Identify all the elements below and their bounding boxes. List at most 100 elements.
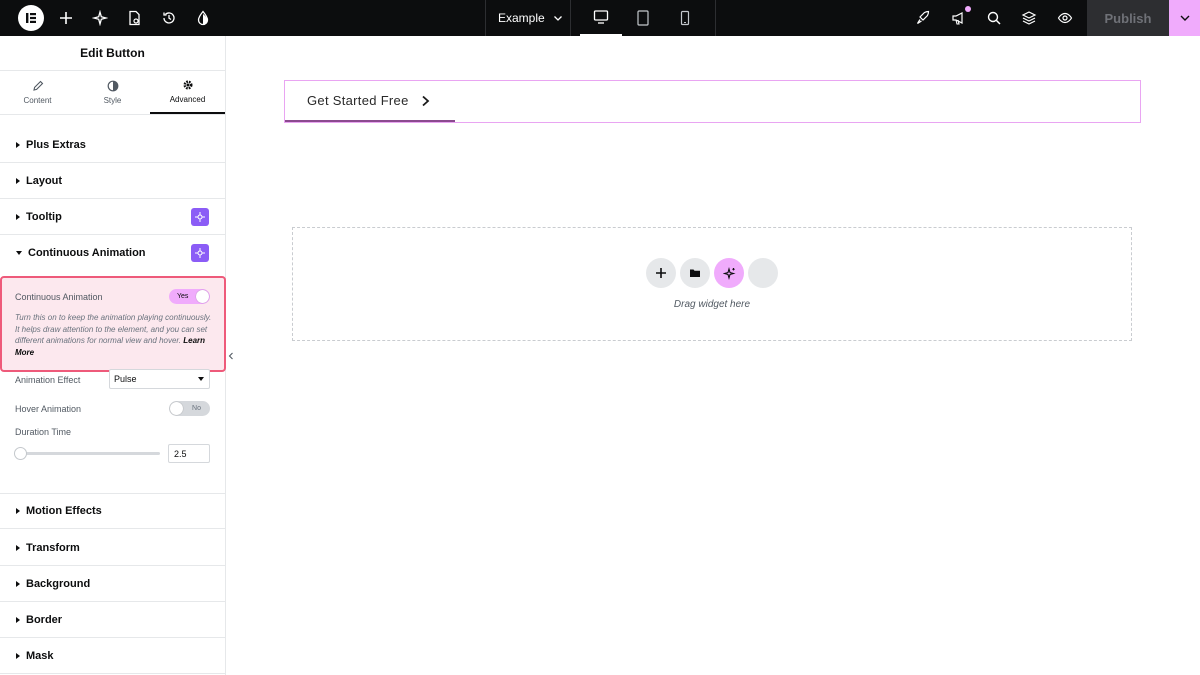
section-border[interactable]: Border <box>0 602 225 638</box>
pro-feature-icon <box>191 244 209 262</box>
add-template-button[interactable] <box>680 258 710 288</box>
notification-dot <box>965 6 971 12</box>
duration-slider-handle[interactable] <box>14 447 27 460</box>
button-widget-container[interactable]: Get Started Free <box>284 80 1141 123</box>
tab-label: Style <box>103 96 122 105</box>
section-label: Border <box>26 613 63 626</box>
add-section-button[interactable] <box>646 258 676 288</box>
section-mask[interactable]: Mask <box>0 638 225 674</box>
chevron-down-icon <box>553 16 562 21</box>
continuous-animation-description: Turn this on to keep the animation playi… <box>15 312 213 358</box>
dropdown-arrow-icon <box>198 377 204 381</box>
animation-effect-select[interactable]: Pulse <box>109 369 210 389</box>
plus-icon <box>656 268 666 278</box>
caret-down-icon <box>16 251 22 255</box>
toggle-value: No <box>192 405 201 412</box>
page-settings-icon[interactable] <box>124 8 144 28</box>
tab-content[interactable]: Content <box>0 71 75 114</box>
caret-right-icon <box>16 616 20 623</box>
caret-right-icon <box>16 508 20 514</box>
caret-right-icon <box>16 544 20 551</box>
empty-drop-zone[interactable] <box>292 227 1132 341</box>
publish-options-button[interactable] <box>1169 0 1200 36</box>
pencil-icon <box>32 80 43 91</box>
duration-time-label: Duration Time <box>15 427 72 437</box>
ai-sparkle-icon[interactable] <box>90 8 110 28</box>
chevron-right-icon <box>422 95 429 106</box>
publish-button[interactable]: Publish <box>1087 0 1169 36</box>
add-element-icon[interactable] <box>56 8 76 28</box>
section-label: Transform <box>26 541 80 554</box>
continuous-animation-toggle[interactable]: Yes <box>169 289 210 304</box>
caret-right-icon <box>16 580 20 587</box>
section-label: Background <box>26 577 91 590</box>
document-name: Example <box>498 11 545 25</box>
elementor-logo-icon[interactable] <box>18 5 44 31</box>
caret-right-icon <box>16 213 20 220</box>
section-layout[interactable]: Layout <box>0 163 225 199</box>
structure-layers-icon[interactable] <box>1019 8 1039 28</box>
divider <box>715 0 716 36</box>
divider <box>570 0 571 36</box>
section-label: Motion Effects <box>26 505 102 517</box>
section-label: Continuous Animation <box>28 247 146 259</box>
section-motion-effects[interactable]: Motion Effects <box>0 493 225 529</box>
button-text: Get Started Free <box>307 93 409 108</box>
tab-label: Advanced <box>169 95 206 104</box>
preview-eye-icon[interactable] <box>1055 8 1075 28</box>
folder-icon <box>690 269 700 277</box>
section-plus-extras[interactable]: Plus Extras <box>0 127 225 163</box>
desktop-icon <box>593 10 609 24</box>
mobile-view-button[interactable] <box>664 0 706 36</box>
caret-right-icon <box>16 652 20 659</box>
tab-advanced[interactable]: Advanced <box>150 71 225 114</box>
tablet-icon <box>637 10 649 26</box>
section-continuous-animation[interactable]: Continuous Animation <box>0 235 225 271</box>
caret-right-icon <box>16 141 20 148</box>
section-label: Layout <box>26 174 63 187</box>
toggle-knob <box>196 290 209 303</box>
collapse-panel-button[interactable] <box>226 345 236 367</box>
select-value: Pulse <box>114 374 137 384</box>
continuous-animation-label: Continuous Animation <box>15 292 103 302</box>
section-label: Tooltip <box>26 210 62 223</box>
desktop-view-button[interactable] <box>580 0 622 36</box>
section-background[interactable]: Background <box>0 566 225 602</box>
launch-rocket-icon[interactable] <box>913 8 933 28</box>
tab-style[interactable]: Style <box>75 71 150 114</box>
document-switcher[interactable]: Example <box>498 11 563 25</box>
pro-feature-icon <box>191 208 209 226</box>
section-tooltip[interactable]: Tooltip <box>0 199 225 235</box>
half-circle-icon <box>107 80 118 92</box>
chevron-left-icon <box>228 352 233 360</box>
caret-right-icon <box>16 177 20 184</box>
duration-input[interactable]: 2.5 <box>168 444 210 463</box>
description-text: Turn this on to keep the animation playi… <box>15 313 212 345</box>
toggle-value: Yes <box>177 293 189 300</box>
tablet-view-button[interactable] <box>622 0 664 36</box>
animation-effect-label: Animation Effect <box>15 375 81 385</box>
chevron-down-icon <box>1180 15 1189 21</box>
hover-animation-toggle[interactable]: No <box>169 401 210 416</box>
mobile-icon <box>680 10 690 26</box>
top-bar: Example Publish <box>0 0 1200 36</box>
site-settings-drop-icon[interactable] <box>193 8 213 28</box>
extra-action-button[interactable] <box>748 258 778 288</box>
search-icon[interactable] <box>984 8 1004 28</box>
ai-sparkle-icon <box>722 266 736 280</box>
ai-generate-button[interactable] <box>714 258 744 288</box>
hover-animation-label: Hover Animation <box>15 404 82 414</box>
get-started-button[interactable]: Get Started Free <box>285 81 455 122</box>
drop-zone-label: Drag widget here <box>673 299 751 310</box>
gear-icon <box>182 80 193 90</box>
notifications-megaphone-icon[interactable] <box>949 6 971 28</box>
duration-slider-track[interactable] <box>20 452 160 455</box>
section-label: Plus Extras <box>26 138 86 151</box>
section-transform[interactable]: Transform <box>0 530 225 566</box>
tab-label: Content <box>23 96 52 105</box>
panel-title: Edit Button <box>0 36 225 71</box>
divider <box>485 0 486 36</box>
toggle-knob <box>170 402 183 415</box>
history-icon[interactable] <box>159 8 179 28</box>
panel-tabs: Content Style Advanced <box>0 71 225 115</box>
